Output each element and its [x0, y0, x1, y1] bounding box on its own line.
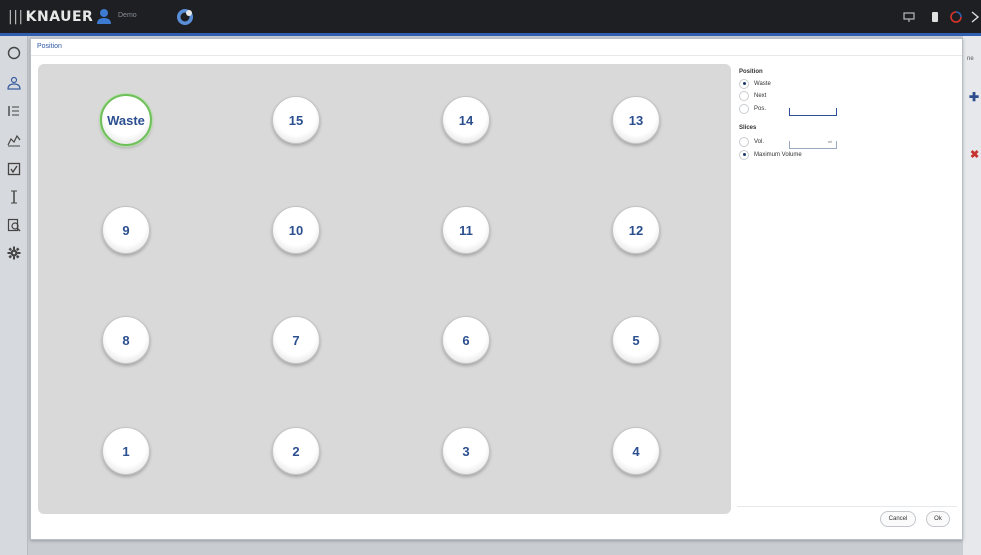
checkbox-icon[interactable]	[5, 160, 23, 178]
radio-label: Vol.	[754, 138, 765, 145]
radio-button[interactable]	[739, 103, 749, 114]
background-header-fragment: ne	[967, 56, 974, 62]
radio-button[interactable]	[739, 90, 749, 101]
vial-12[interactable]: 12	[612, 206, 660, 254]
radio-pos[interactable]: Pos.	[739, 103, 766, 114]
vial-6[interactable]: 6	[442, 316, 490, 364]
brand-logo: ||| KNAUER	[8, 9, 94, 25]
refresh-icon[interactable]	[950, 11, 962, 23]
gear-icon[interactable]	[5, 244, 23, 262]
options-panel: Position Waste Next Pos. Slices Vol. ml …	[737, 63, 957, 503]
cancel-button[interactable]: Cancel	[880, 511, 916, 527]
vial-3[interactable]: 3	[442, 427, 490, 475]
dialog-title: Position	[37, 43, 62, 50]
radio-vol[interactable]: Vol.	[739, 136, 764, 147]
user-name[interactable]: Demo	[118, 12, 137, 19]
vial-4[interactable]: 4	[612, 427, 660, 475]
radio-button[interactable]	[739, 149, 749, 160]
close-icon[interactable]	[970, 11, 980, 23]
brand-name: KNAUER	[25, 9, 94, 25]
position-dialog: Position Waste 15 14 13 9 10 11 12 8 7 6…	[30, 38, 963, 540]
vial-15[interactable]: 15	[272, 96, 320, 144]
vial-1[interactable]: 1	[102, 427, 150, 475]
users-icon[interactable]	[5, 74, 23, 92]
slices-section-title: Slices	[739, 125, 757, 131]
radio-label: Next	[754, 92, 767, 99]
app-logo-icon	[177, 9, 193, 25]
radio-next[interactable]: Next	[739, 90, 766, 101]
background-app: ne ✚ ✖	[963, 36, 981, 555]
vial-2[interactable]: 2	[272, 427, 320, 475]
radio-maximum-volume[interactable]: Maximum Volume	[739, 149, 802, 160]
footer-divider	[737, 506, 957, 507]
clock-icon[interactable]	[5, 44, 23, 62]
position-section-title: Position	[739, 69, 763, 75]
radio-button[interactable]	[739, 136, 749, 147]
radio-button[interactable]	[739, 78, 749, 89]
vial-7[interactable]: 7	[272, 316, 320, 364]
device-icon[interactable]	[929, 11, 941, 23]
radio-label: Maximum Volume	[754, 151, 802, 158]
text-cursor-icon[interactable]	[5, 188, 23, 206]
vial-10[interactable]: 10	[272, 206, 320, 254]
monitor-icon[interactable]	[903, 11, 915, 23]
vial-tray: Waste 15 14 13 9 10 11 12 8 7 6 5 1 2 3 …	[38, 64, 731, 514]
left-sidebar	[0, 36, 28, 555]
radio-label: Pos.	[754, 105, 767, 112]
top-bar: ||| KNAUER Demo	[0, 0, 981, 34]
vial-11[interactable]: 11	[442, 206, 490, 254]
search-doc-icon[interactable]	[5, 216, 23, 234]
ok-button[interactable]: Ok	[926, 511, 950, 527]
vial-14[interactable]: 14	[442, 96, 490, 144]
position-number-input[interactable]	[789, 108, 837, 116]
add-icon[interactable]: ✚	[969, 90, 979, 104]
volume-unit: ml	[827, 139, 832, 144]
title-divider	[31, 55, 962, 56]
user-icon[interactable]	[96, 8, 112, 25]
radio-label: Waste	[754, 80, 771, 87]
delete-icon[interactable]: ✖	[970, 148, 979, 161]
accent-bar	[0, 33, 981, 36]
list-icon[interactable]	[5, 102, 23, 120]
vial-13[interactable]: 13	[612, 96, 660, 144]
radio-waste[interactable]: Waste	[739, 78, 771, 89]
vial-9[interactable]: 9	[102, 206, 150, 254]
vial-waste[interactable]: Waste	[100, 94, 152, 146]
chart-icon[interactable]	[5, 131, 23, 149]
vial-5[interactable]: 5	[612, 316, 660, 364]
vial-8[interactable]: 8	[102, 316, 150, 364]
volume-input[interactable]: ml	[789, 139, 837, 149]
